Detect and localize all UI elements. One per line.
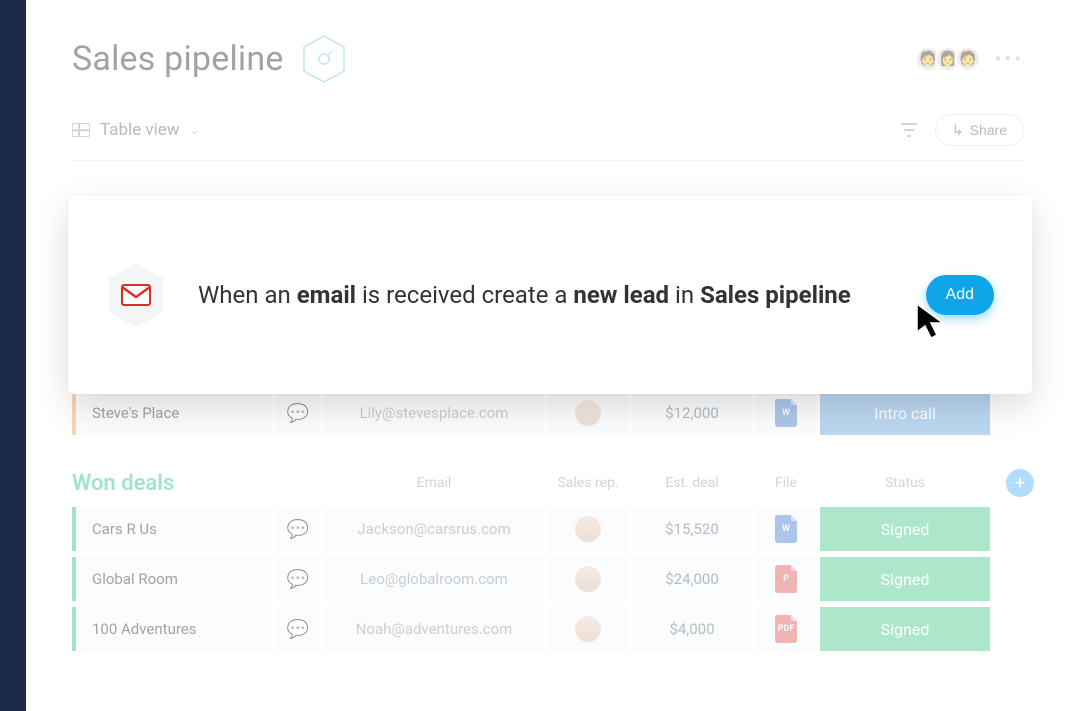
more-icon[interactable]: ••• (995, 47, 1024, 71)
cell-name: Steve's Place (72, 391, 272, 435)
cell-name: Global Room (72, 557, 272, 601)
cell-email: Lily@stevesplace.com (324, 391, 544, 435)
col-salesrep: Sales rep. (548, 475, 628, 491)
share-arrow-icon: ↳ (952, 122, 964, 139)
collaborator-avatars[interactable]: 🧑 👩 🧑 (915, 46, 981, 72)
cell-file[interactable]: W (756, 391, 816, 435)
table-row[interactable]: Global Room 💬 Leo@globalroom.com $24,000… (72, 557, 1024, 601)
table-row[interactable]: Steve's Place 💬 Lily@stevesplace.com $12… (72, 391, 1024, 435)
status-button[interactable]: Signed (820, 507, 990, 551)
add-column-button[interactable]: + (1006, 469, 1034, 497)
page-title: Sales pipeline (72, 39, 284, 79)
col-est: Est. deal (632, 475, 752, 491)
cell-avatar (548, 557, 628, 601)
cell-file[interactable]: W (756, 507, 816, 551)
chevron-down-icon: ⌄ (190, 123, 200, 137)
file-word-icon: W (775, 399, 797, 427)
status-button[interactable]: Intro call (820, 391, 990, 435)
cell-email: Leo@globalroom.com (324, 557, 544, 601)
left-rail (0, 0, 26, 711)
col-file: File (756, 475, 816, 491)
cell-email: Jackson@carsrus.com (324, 507, 544, 551)
text-bold: email (297, 281, 356, 309)
text-bold: Sales pipeline (700, 281, 851, 309)
cell-email: Noah@adventures.com (324, 607, 544, 651)
gmail-icon (106, 261, 166, 329)
automation-recipe-text: When an email is received create a new l… (198, 279, 926, 311)
section-title[interactable]: Won deals (72, 471, 272, 496)
cell-est: $24,000 (632, 557, 752, 601)
file-word-icon: W (775, 515, 797, 543)
chat-icon[interactable]: 💬 (276, 607, 320, 651)
chat-icon[interactable]: 💬 (276, 391, 320, 435)
section-header: Won deals Email Sales rep. Est. deal Fil… (72, 469, 1024, 497)
cell-name: 100 Adventures (72, 607, 272, 651)
file-pdf-icon: PDF (775, 615, 797, 643)
status-button[interactable]: Signed (820, 607, 990, 651)
table-icon (72, 123, 90, 137)
filter-icon[interactable] (901, 123, 917, 137)
toolbar: Table view ⌄ ↳ Share (72, 106, 1024, 161)
cell-file[interactable]: P (756, 557, 816, 601)
share-label: Share (970, 122, 1007, 138)
col-status: Status (820, 475, 990, 491)
col-email: Email (324, 475, 544, 491)
cell-name: Cars R Us (72, 507, 272, 551)
chat-icon[interactable]: 💬 (276, 507, 320, 551)
cursor-icon (915, 302, 949, 342)
share-button[interactable]: ↳ Share (935, 114, 1024, 146)
cell-avatar (548, 391, 628, 435)
view-switcher[interactable]: Table view ⌄ (72, 120, 200, 140)
cell-est: $15,520 (632, 507, 752, 551)
cell-avatar (548, 507, 628, 551)
cell-file[interactable]: PDF (756, 607, 816, 651)
table-row[interactable]: 100 Adventures 💬 Noah@adventures.com $4,… (72, 607, 1024, 651)
table-area: Steve's Place 💬 Lily@stevesplace.com $12… (72, 391, 1024, 651)
file-ppt-icon: P (775, 565, 797, 593)
text-bold: new lead (573, 281, 669, 309)
text: in (669, 281, 700, 309)
page-header: Sales pipeline 🧑 👩 🧑 ••• (72, 34, 1024, 84)
view-label: Table view (100, 120, 180, 140)
text: When an (198, 281, 297, 309)
text: is received create a (356, 281, 573, 309)
table-row[interactable]: Cars R Us 💬 Jackson@carsrus.com $15,520 … (72, 507, 1024, 551)
status-button[interactable]: Signed (820, 557, 990, 601)
automation-hex-icon[interactable] (302, 34, 346, 84)
chat-icon[interactable]: 💬 (276, 557, 320, 601)
avatar: 🧑 (955, 46, 981, 72)
cell-avatar (548, 607, 628, 651)
cell-est: $4,000 (632, 607, 752, 651)
cell-est: $12,000 (632, 391, 752, 435)
automation-card: When an email is received create a new l… (68, 196, 1032, 394)
